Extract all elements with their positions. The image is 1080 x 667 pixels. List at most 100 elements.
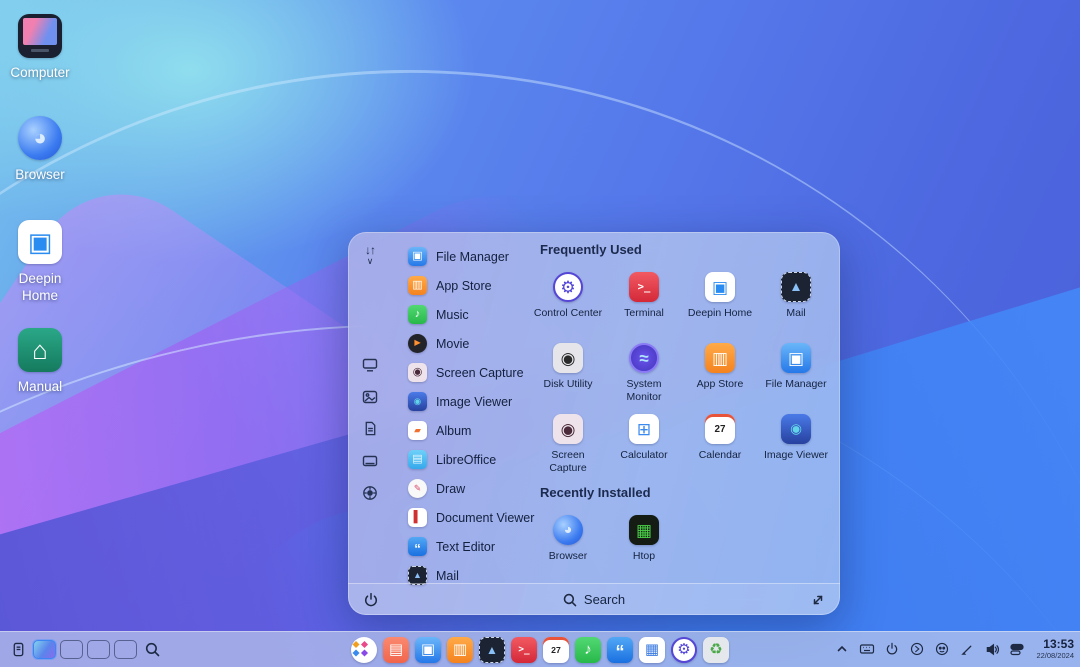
workspace-3-preview[interactable] bbox=[87, 640, 110, 659]
computer-icon bbox=[18, 14, 62, 58]
system-monitor-icon bbox=[629, 343, 659, 373]
grid-app-label: System Monitor bbox=[609, 378, 679, 403]
frequently-used-grid: Control Center Terminal Deepin Home Mail… bbox=[530, 266, 834, 479]
desktop-icon-manual[interactable]: Manual bbox=[0, 328, 82, 396]
app-list-item-document-viewer[interactable]: Document Viewer bbox=[394, 503, 532, 532]
dock-text-editor-icon[interactable] bbox=[607, 637, 633, 663]
grid-app-terminal[interactable]: Terminal bbox=[606, 266, 682, 337]
grid-app-disk-utility[interactable]: Disk Utility bbox=[530, 337, 606, 408]
workspace-previews bbox=[33, 640, 137, 659]
power-button[interactable] bbox=[362, 591, 380, 609]
category-internet-icon[interactable] bbox=[362, 356, 379, 373]
app-list-item-movie[interactable]: Movie bbox=[394, 329, 532, 358]
grid-app-image-viewer[interactable]: Image Viewer bbox=[758, 408, 834, 479]
launcher-grid-area: Frequently Used Control Center Terminal … bbox=[530, 242, 834, 580]
dock-app-store-icon[interactable] bbox=[447, 637, 473, 663]
grid-app-label: Mail bbox=[786, 307, 805, 320]
grid-app-calendar[interactable]: Calendar bbox=[682, 408, 758, 479]
workspace-1-preview[interactable] bbox=[33, 640, 56, 659]
dock-trash-icon[interactable] bbox=[703, 637, 729, 663]
app-list-label: LibreOffice bbox=[436, 453, 496, 467]
taskbar-left-cluster bbox=[10, 640, 160, 659]
workspace-4-preview[interactable] bbox=[114, 640, 137, 659]
launcher-bottom-bar: Search bbox=[348, 583, 840, 615]
dock-file-manager-icon[interactable] bbox=[415, 637, 441, 663]
app-list-item-app-store[interactable]: App Store bbox=[394, 271, 532, 300]
dock-show-desktop-icon[interactable] bbox=[639, 637, 665, 663]
image-viewer-icon bbox=[781, 414, 811, 444]
dock-multitasking-icon[interactable] bbox=[383, 637, 409, 663]
tray-network-assistant-icon[interactable] bbox=[934, 641, 950, 657]
clock-date: 22/08/2024 bbox=[1036, 652, 1074, 661]
control-center-icon bbox=[553, 272, 583, 302]
grid-app-app-store[interactable]: App Store bbox=[682, 337, 758, 408]
frequently-used-header: Frequently Used bbox=[540, 242, 834, 258]
grid-app-control-center[interactable]: Control Center bbox=[530, 266, 606, 337]
taskbar-search-icon[interactable] bbox=[144, 642, 160, 658]
grid-app-screen-capture[interactable]: Screen Capture bbox=[530, 408, 606, 479]
launcher-left-rail: ↓↑ ∨ bbox=[348, 232, 392, 583]
dock-mail-icon[interactable] bbox=[479, 637, 505, 663]
app-list-item-screen-capture[interactable]: Screen Capture bbox=[394, 358, 532, 387]
expand-fullscreen-icon[interactable] bbox=[810, 592, 826, 608]
app-list-item-draw[interactable]: Draw bbox=[394, 474, 532, 503]
dock-calendar-icon[interactable] bbox=[543, 637, 569, 663]
app-list-label: Screen Capture bbox=[436, 366, 524, 380]
grid-app-browser[interactable]: Browser bbox=[530, 509, 606, 580]
grid-app-htop[interactable]: Htop bbox=[606, 509, 682, 580]
taskbar-menu-icon[interactable] bbox=[10, 642, 26, 658]
desktop-icon-browser[interactable]: Browser bbox=[0, 116, 82, 184]
app-list-item-libreoffice[interactable]: LibreOffice bbox=[394, 445, 532, 474]
category-documents-icon[interactable] bbox=[362, 420, 379, 437]
image-viewer-icon bbox=[408, 392, 427, 411]
grid-app-mail[interactable]: Mail bbox=[758, 266, 834, 337]
clock[interactable]: 13:53 22/08/2024 bbox=[1036, 638, 1074, 660]
category-system-icon[interactable] bbox=[362, 452, 379, 469]
category-others-icon[interactable] bbox=[362, 484, 379, 501]
tray-power-icon[interactable] bbox=[884, 641, 900, 657]
desktop-icon-label: Deepin Home bbox=[10, 271, 70, 305]
movie-icon bbox=[408, 334, 427, 353]
tray-collapse-chevron-icon[interactable] bbox=[834, 641, 850, 657]
dock-launcher-icon[interactable] bbox=[351, 637, 377, 663]
tray-volume-icon[interactable] bbox=[984, 641, 1000, 657]
search-icon bbox=[563, 593, 577, 607]
app-store-icon bbox=[408, 276, 427, 295]
desktop-icon-label: Manual bbox=[18, 379, 62, 396]
category-filter-rail bbox=[348, 356, 392, 501]
desktop-icon-computer[interactable]: Computer bbox=[0, 14, 82, 82]
tray-screen-annotation-pen-icon[interactable] bbox=[959, 641, 975, 657]
tray-keyboard-icon[interactable] bbox=[859, 641, 875, 657]
grid-app-file-manager[interactable]: File Manager bbox=[758, 337, 834, 408]
grid-app-label: Htop bbox=[633, 550, 655, 563]
tray-quick-launch-icon[interactable] bbox=[909, 641, 925, 657]
sort-toggle-button[interactable]: ↓↑ ∨ bbox=[348, 244, 392, 266]
desktop-icon-deepin-home[interactable]: Deepin Home bbox=[0, 220, 82, 305]
dock-terminal-icon[interactable] bbox=[511, 637, 537, 663]
category-graphics-icon[interactable] bbox=[362, 388, 379, 405]
app-list-item-text-editor[interactable]: Text Editor bbox=[394, 532, 532, 561]
grid-app-calculator[interactable]: Calculator bbox=[606, 408, 682, 479]
dock-music-icon[interactable] bbox=[575, 637, 601, 663]
grid-app-label: Calendar bbox=[699, 449, 742, 462]
calendar-icon bbox=[705, 414, 735, 444]
tray-battery-icon[interactable] bbox=[1009, 641, 1025, 657]
app-list-item-album[interactable]: Album bbox=[394, 416, 532, 445]
app-list-label: Document Viewer bbox=[436, 511, 534, 525]
app-list-item-music[interactable]: Music bbox=[394, 300, 532, 329]
file-manager-icon bbox=[408, 247, 427, 266]
search-placeholder: Search bbox=[584, 592, 625, 607]
grid-app-label: Disk Utility bbox=[544, 378, 593, 391]
app-store-icon bbox=[705, 343, 735, 373]
workspace-2-preview[interactable] bbox=[60, 640, 83, 659]
desktop-icon-label: Browser bbox=[15, 167, 65, 184]
grid-app-deepin-home[interactable]: Deepin Home bbox=[682, 266, 758, 337]
libreoffice-icon bbox=[408, 450, 427, 469]
app-list-item-image-viewer[interactable]: Image Viewer bbox=[394, 387, 532, 416]
app-list-item-file-manager[interactable]: File Manager bbox=[394, 242, 532, 271]
app-list-label: Image Viewer bbox=[436, 395, 512, 409]
deepin-home-icon bbox=[18, 220, 62, 264]
launcher-search[interactable]: Search bbox=[563, 592, 625, 607]
dock-control-center-icon[interactable] bbox=[671, 637, 697, 663]
grid-app-system-monitor[interactable]: System Monitor bbox=[606, 337, 682, 408]
